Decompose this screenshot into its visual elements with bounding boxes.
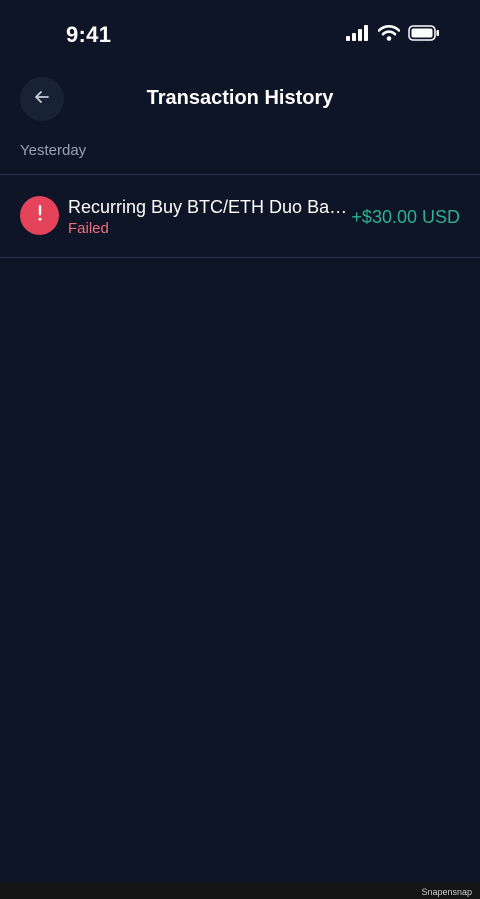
battery-icon [408,25,440,46]
divider [0,257,480,258]
header: Transaction History [0,76,480,122]
transaction-status: Failed [68,220,109,237]
transaction-row[interactable]: Recurring Buy BTC/ETH Duo Bas... Failed … [0,175,480,257]
wifi-icon [377,25,401,46]
transaction-title: Recurring Buy BTC/ETH Duo Bas... [68,197,350,217]
cellular-signal-icon [346,25,370,46]
watermark: Snapensnap [421,887,472,897]
footer-bar: Snapensnap [0,883,480,899]
transaction-amount: +$30.00 USD [351,207,460,227]
status-bar: 9:41 [0,0,480,72]
page-title: Transaction History [146,87,334,109]
failed-status-icon [20,196,59,235]
status-icons [346,25,440,46]
section-label-yesterday: Yesterday [20,142,87,159]
status-time: 9:41 [66,22,112,47]
exclamation-icon [36,204,44,227]
